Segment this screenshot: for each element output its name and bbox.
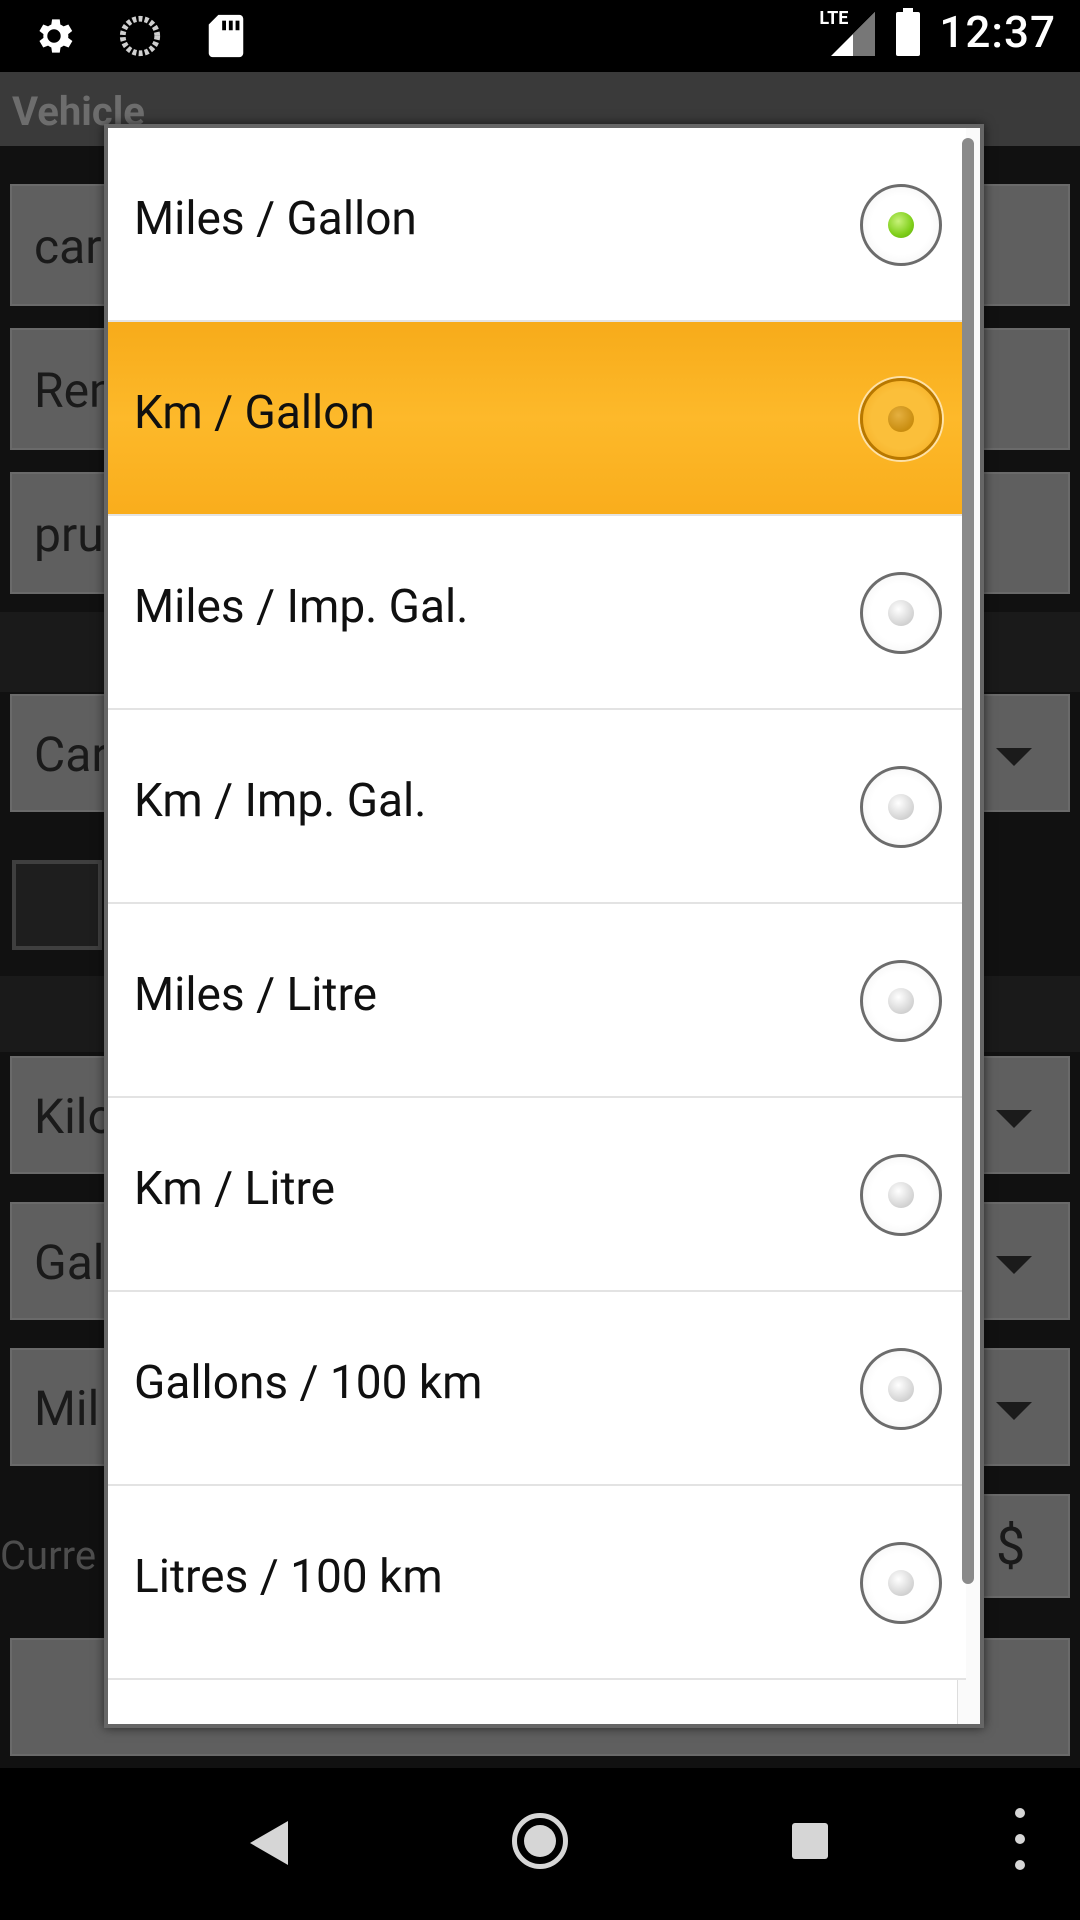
radio-button[interactable]	[860, 1348, 942, 1430]
radio-button[interactable]	[860, 184, 942, 266]
navigation-bar	[0, 1768, 1080, 1920]
clock: 12:37	[939, 6, 1056, 58]
radio-button[interactable]	[860, 1542, 942, 1624]
overflow-menu-icon[interactable]	[1014, 1808, 1026, 1870]
option-label: Litres / 100 km	[134, 1550, 443, 1604]
radio-button[interactable]	[860, 378, 942, 460]
signal-icon: LTE	[819, 6, 877, 58]
option-gallons-per-100km[interactable]: Gallons / 100 km	[108, 1292, 966, 1486]
chevron-down-icon	[996, 1402, 1032, 1420]
option-label: Km / Gallon	[134, 386, 375, 440]
color-swatch	[12, 860, 102, 950]
network-type: LTE	[819, 8, 849, 29]
option-km-per-imp-gal[interactable]: Km / Imp. Gal.	[108, 710, 966, 904]
option-km-per-gallon[interactable]: Km / Gallon	[108, 322, 966, 516]
option-label: Miles / Litre	[134, 968, 378, 1022]
radio-button[interactable]	[860, 766, 942, 848]
battery-icon	[895, 8, 921, 56]
recents-icon[interactable]	[792, 1823, 828, 1859]
option-label: Km / Imp. Gal.	[134, 774, 427, 828]
back-icon[interactable]	[250, 1821, 288, 1865]
radio-selected-dot	[888, 212, 914, 238]
radio-button[interactable]	[860, 572, 942, 654]
home-icon[interactable]	[512, 1813, 568, 1869]
scrollbar[interactable]	[962, 138, 974, 1584]
gear-icon	[28, 10, 80, 62]
option-miles-per-imp-gal[interactable]: Miles / Imp. Gal.	[108, 516, 966, 710]
option-litres-per-100km[interactable]: Litres / 100 km	[108, 1486, 966, 1680]
economy-unit-dialog: Miles / Gallon Km / Gallon Miles / Imp. …	[104, 124, 984, 1728]
status-bar: LTE 12:37	[0, 0, 1080, 72]
chevron-down-icon	[996, 1110, 1032, 1128]
chevron-down-icon	[996, 1256, 1032, 1274]
option-label: Miles / Gallon	[134, 192, 417, 246]
option-miles-per-litre[interactable]: Miles / Litre	[108, 904, 966, 1098]
option-miles-per-gallon[interactable]: Miles / Gallon	[108, 128, 966, 322]
option-km-per-litre[interactable]: Km / Litre	[108, 1098, 966, 1292]
option-label: Gallons / 100 km	[134, 1356, 483, 1410]
unit-option-list: Miles / Gallon Km / Gallon Miles / Imp. …	[108, 128, 966, 1680]
chevron-down-icon	[996, 748, 1032, 766]
option-label: Miles / Imp. Gal.	[134, 580, 469, 634]
radio-button[interactable]	[860, 1154, 942, 1236]
option-label: Km / Litre	[134, 1162, 336, 1216]
currency-label: Curre	[0, 1532, 97, 1579]
sync-icon	[114, 10, 166, 62]
radio-button[interactable]	[860, 960, 942, 1042]
sd-card-icon	[200, 10, 252, 62]
